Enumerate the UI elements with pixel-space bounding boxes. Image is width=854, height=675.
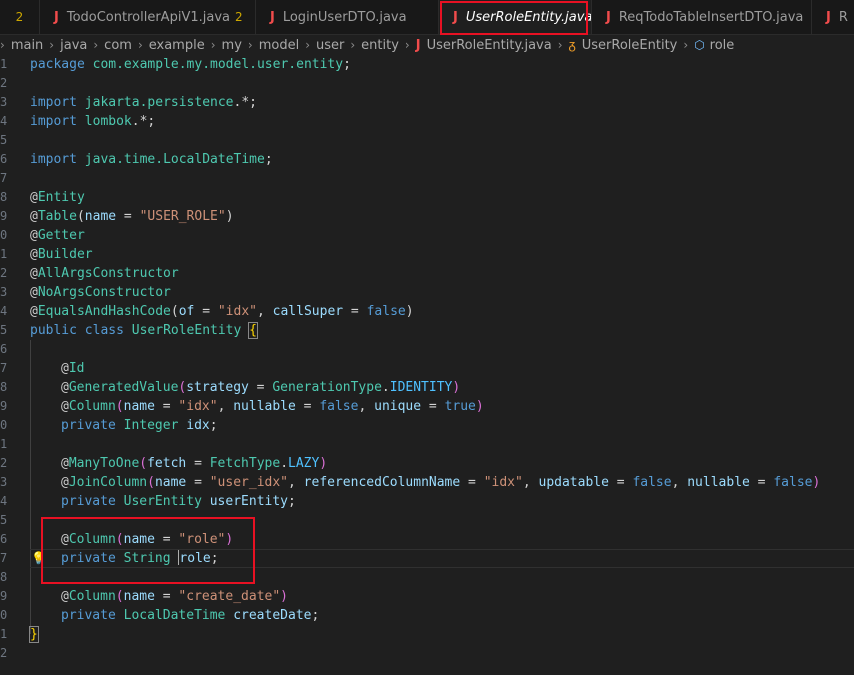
tab-overflow[interactable]: J R [812,0,854,34]
chevron-right-icon: › [0,38,5,52]
code-line: 2 @AllArgsConstructor [0,266,179,281]
tab-label: ReqTodoTableInsertDTO.java [618,9,804,25]
tab-req-todo-table-insert-dto[interactable]: J ReqTodoTableInsertDTO.java [592,0,812,34]
breadcrumb-item[interactable]: UserRoleEntity [582,38,678,53]
code-line: 6 @Column(name = "role") [0,532,234,547]
breadcrumb-item[interactable]: example [149,38,205,53]
tab-previous[interactable]: 2 [0,0,40,34]
breadcrumb-item[interactable]: java [60,38,87,53]
code-line: 8 @Entity [0,190,85,205]
java-file-icon: J [415,37,421,53]
chevron-right-icon: › [49,38,55,52]
code-line: 6 import java.time.LocalDateTime; [0,152,273,167]
code-line: 5 [0,133,8,147]
java-file-icon: J [453,9,458,25]
chevron-right-icon: › [305,38,310,52]
tab-todo-controller[interactable]: J TodoControllerApiV1.java 2 [40,0,256,34]
chevron-right-icon: › [210,38,216,52]
code-line: 7 💡 private String role; [0,549,219,568]
breadcrumb-item[interactable]: entity [361,38,399,53]
java-file-icon: J [270,9,275,25]
breadcrumb-item[interactable]: UserRoleEntity.java [427,38,552,53]
tab-label: TodoControllerApiV1.java [66,9,230,25]
java-file-icon: J [826,9,831,25]
code-line: 8 @GeneratedValue(strategy = GenerationTy… [0,380,461,395]
code-line: 4 import lombok.*; [0,114,156,129]
chevron-right-icon: › [683,38,689,52]
breadcrumb-item[interactable]: com [104,38,132,53]
breadcrumb-item[interactable]: main [11,38,43,53]
tab-bar: 2 J TodoControllerApiV1.java 2 J LoginUs… [0,0,854,35]
chevron-right-icon: › [137,38,143,52]
code-line: 1 [0,437,8,451]
chevron-right-icon: › [93,38,99,52]
tab-login-user-dto[interactable]: J LoginUserDTO.java [256,0,439,34]
code-line: 9 @Table(name = "USER_ROLE") [0,209,234,224]
code-line: 2 [0,76,8,90]
problems-badge: 2 [234,10,243,24]
chevron-right-icon: › [404,38,410,52]
tab-label: LoginUserDTO.java [282,9,407,25]
code-line: 3 @NoArgsConstructor [0,285,171,300]
breadcrumb: › main › java › com › example › my › mod… [0,34,854,56]
code-line: 0 @Getter [0,228,85,243]
code-line: 8 [0,570,8,584]
problems-badge: 2 [15,10,24,24]
code-line: 7 @Id [0,361,85,376]
code-line: 2 [0,646,8,660]
code-line: 6 [0,342,8,356]
code-line: 1 package com.example.my.model.user.entit… [0,57,351,72]
code-line: 9 @Column(name = "idx", nullable = false,… [0,399,484,414]
code-line: 5 public class UserRoleEntity { [0,322,258,339]
tab-label: R [838,9,848,25]
tab-label: UserRoleEntity.java [465,9,592,25]
code-line: 2 @ManyToOne(fetch = FetchType.LAZY) [0,456,328,471]
code-line: 7 [0,171,8,185]
chevron-right-icon: › [557,38,563,52]
code-line: 1 @Builder [0,247,93,262]
code-line: 1} [0,626,39,643]
code-line: 0 private LocalDateTime createDate; [0,608,320,623]
java-file-icon: J [54,9,59,25]
code-line: 9 @Column(name = "create_date") [0,589,288,604]
code-line: 3 @JoinColumn(name = "user_idx", referenc… [0,475,821,490]
code-line: 0 private Integer idx; [0,418,218,433]
code-line: 3 import jakarta.persistence.*; [0,95,257,110]
field-symbol-icon: ⬡ [694,38,705,52]
code-line: 5 [0,513,8,527]
class-symbol-icon: ᵹ [568,38,576,53]
chevron-right-icon: › [247,38,253,52]
java-file-icon: J [606,9,611,25]
lightbulb-icon[interactable]: 💡 [31,549,46,568]
breadcrumb-item[interactable]: user [316,38,344,53]
breadcrumb-item[interactable]: my [222,38,242,53]
code-line: 4 private UserEntity userEntity; [0,494,296,509]
chevron-right-icon: › [350,38,356,52]
code-editor[interactable]: 1 package com.example.my.model.user.entit… [0,55,854,675]
tab-user-role-entity[interactable]: J UserRoleEntity.java ✕ [439,0,592,34]
breadcrumb-item[interactable]: role [710,38,735,53]
breadcrumb-item[interactable]: model [259,38,299,53]
code-line: 4 @EqualsAndHashCode(of = "idx", callSupe… [0,304,414,319]
